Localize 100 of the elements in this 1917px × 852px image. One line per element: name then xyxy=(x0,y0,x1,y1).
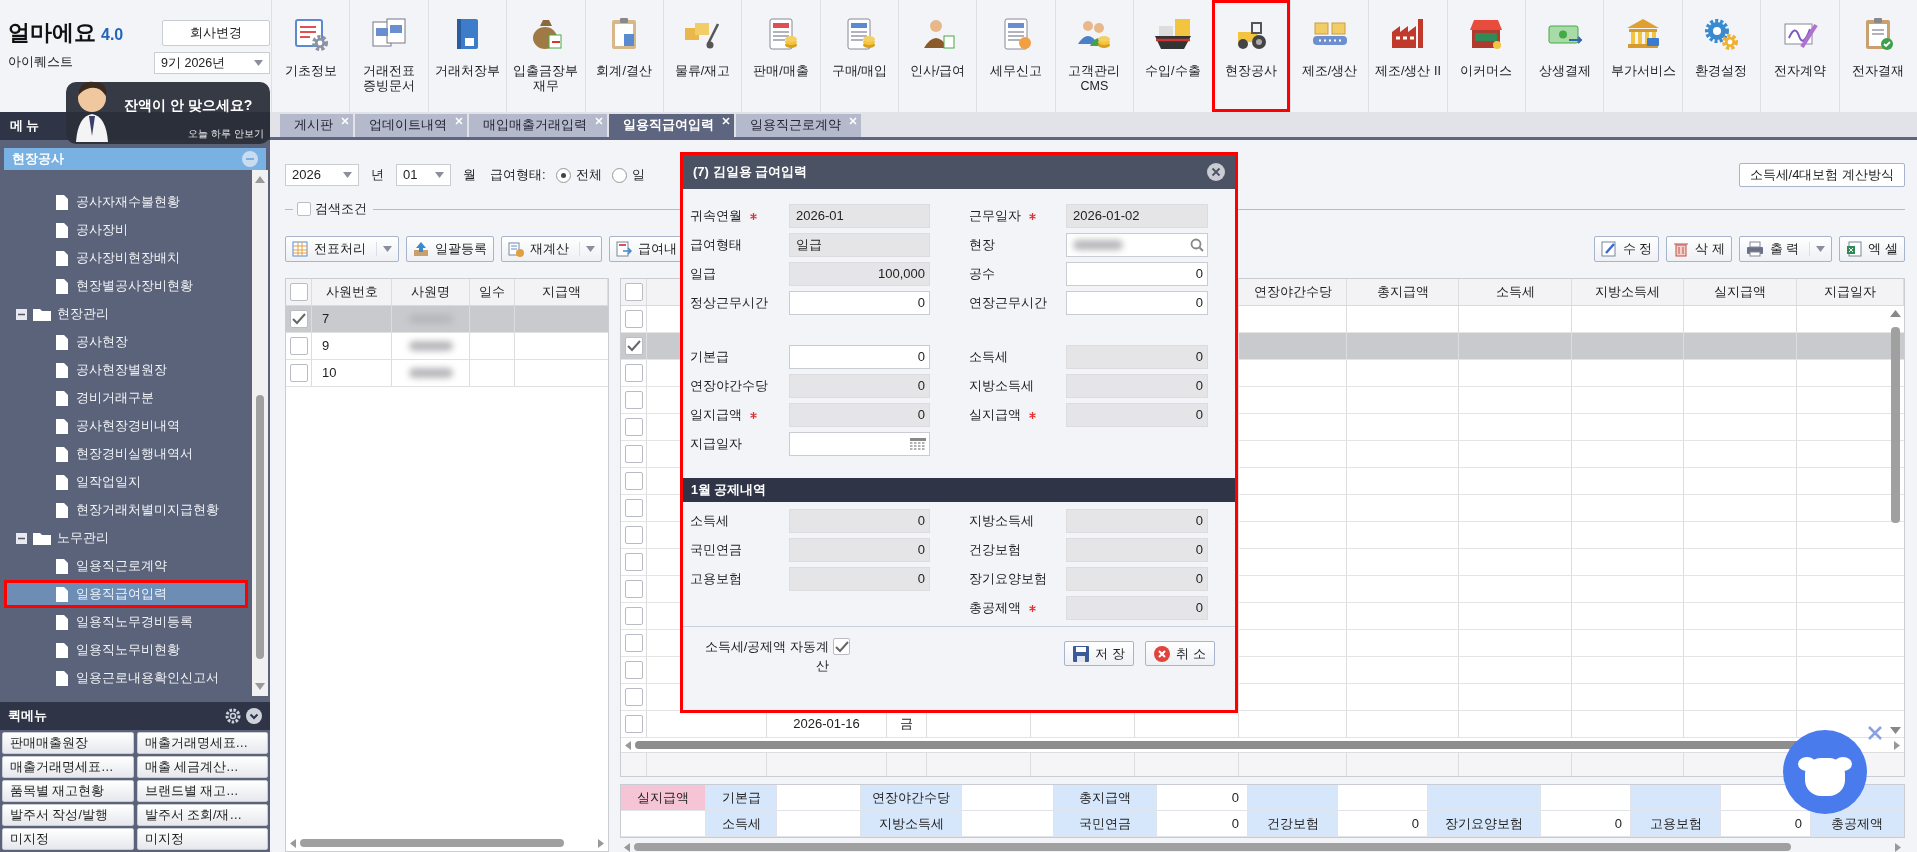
checkbox[interactable] xyxy=(624,715,643,733)
close-button[interactable] xyxy=(1207,163,1225,181)
column-header[interactable]: 일수 xyxy=(479,282,505,302)
month-select[interactable]: 01 xyxy=(396,164,451,186)
checkbox[interactable] xyxy=(624,553,643,571)
column-header[interactable]: 총지급액 xyxy=(1376,282,1429,302)
toolbar-button[interactable]: 부가서비스 xyxy=(1603,0,1682,112)
toolbar-button[interactable]: 엑 셀 xyxy=(1839,236,1905,262)
save-button[interactable]: 저 장 xyxy=(1064,641,1134,666)
table-row[interactable]: 9 xyxy=(286,333,608,360)
chatbot-button[interactable] xyxy=(1783,730,1867,814)
scrollbar[interactable] xyxy=(252,170,268,696)
toolbar-button[interactable]: 회계/결산 xyxy=(584,0,663,112)
radio-button[interactable] xyxy=(611,167,627,183)
column-header[interactable]: 지급액 xyxy=(541,282,581,302)
checkbox[interactable] xyxy=(289,364,308,382)
toolbar-button[interactable]: 입출금장부 재무 xyxy=(506,0,585,112)
checkbox[interactable] xyxy=(833,638,850,655)
scroll-arrow-icon[interactable] xyxy=(625,740,631,750)
checkbox[interactable] xyxy=(624,310,643,328)
tree-folder[interactable]: 현장관리 xyxy=(4,300,248,328)
column-header[interactable]: 실지급액 xyxy=(1714,282,1766,302)
checkbox[interactable] xyxy=(624,661,643,679)
toolbar-button[interactable]: 구매/매입 xyxy=(819,0,898,112)
scroll-arrow-icon[interactable] xyxy=(1894,740,1900,750)
toolbar-button[interactable]: 현장공사 xyxy=(1211,0,1290,112)
tab[interactable]: 게시판 xyxy=(280,114,353,137)
column-header[interactable]: 지급일자 xyxy=(1824,282,1876,302)
toolbar-button[interactable]: 이커머스 xyxy=(1446,0,1525,112)
column-header[interactable]: 지방소득세 xyxy=(1595,282,1660,302)
column-header[interactable]: 소득세 xyxy=(1495,282,1535,302)
quick-menu-button[interactable]: 판매매출원장 xyxy=(2,732,134,754)
checkbox[interactable] xyxy=(289,310,308,328)
search-icon[interactable] xyxy=(1190,238,1204,252)
toolbar-button[interactable]: 기초정보 xyxy=(271,0,350,112)
year-select[interactable]: 2026 xyxy=(285,164,359,186)
tree-item[interactable]: 일용직노무비현황 xyxy=(4,636,248,664)
input-field[interactable]: 0 xyxy=(1066,291,1208,315)
scroll-arrow-icon[interactable] xyxy=(290,838,296,848)
tree-item[interactable]: 현장거래처별미지급현황 xyxy=(4,496,248,524)
quick-menu-button[interactable]: 브랜드별 재고… xyxy=(136,780,268,802)
tab[interactable]: 매입매출거래입력 xyxy=(469,114,607,137)
dropdown-caret[interactable] xyxy=(579,242,595,256)
checkbox[interactable] xyxy=(624,364,643,382)
checkbox[interactable] xyxy=(624,283,643,301)
input-field[interactable] xyxy=(1066,233,1208,257)
checkbox[interactable] xyxy=(624,391,643,409)
table-row[interactable]: 2026-01-16 금 xyxy=(621,711,1904,738)
checkbox[interactable] xyxy=(297,202,311,216)
checkbox[interactable] xyxy=(624,607,643,625)
tree-item[interactable]: 공사자재수불현황 xyxy=(4,188,248,216)
checkbox[interactable] xyxy=(624,580,643,598)
column-header[interactable]: 사원번호 xyxy=(325,282,378,302)
toolbar-button[interactable]: 전표처리 xyxy=(285,236,399,262)
tree-item[interactable]: 일작업일지 xyxy=(4,468,248,496)
tree-item[interactable]: 현장경비실행내역서 xyxy=(4,440,248,468)
quick-menu-button[interactable]: 매출거래명세표… xyxy=(136,732,268,754)
tree-item[interactable]: 공사장비 xyxy=(4,216,248,244)
quick-menu-button[interactable]: 발주서 작성/발행 xyxy=(2,804,134,826)
scroll-arrow-icon[interactable] xyxy=(1889,310,1901,317)
scrollbar[interactable] xyxy=(1888,310,1902,734)
checkbox[interactable] xyxy=(624,445,643,463)
tab[interactable]: 업데이트내역 xyxy=(355,114,467,137)
toolbar-button[interactable]: 전자계약 xyxy=(1760,0,1839,112)
tree-item[interactable]: 공사현장경비내역 xyxy=(4,412,248,440)
dismiss-link[interactable]: 오늘 하루 안보기 xyxy=(188,126,264,141)
toolbar-button[interactable]: 재계산 xyxy=(501,236,602,262)
dropdown-caret[interactable] xyxy=(1809,242,1826,256)
input-field[interactable] xyxy=(789,432,930,456)
tree-item[interactable]: 일용직근로계약 xyxy=(4,552,248,580)
change-company-button[interactable]: 회사변경 xyxy=(162,20,270,46)
tree-item[interactable]: 현장별공사장비현황 xyxy=(4,272,248,300)
calc-method-button[interactable]: 소득세/4대보험 계산방식 xyxy=(1738,163,1905,187)
toolbar-button[interactable]: 상생결제 xyxy=(1525,0,1604,112)
table-row[interactable]: 10 xyxy=(286,360,608,387)
checkbox[interactable] xyxy=(289,283,308,301)
checkbox[interactable] xyxy=(289,337,308,355)
checkbox[interactable] xyxy=(624,634,643,652)
scroll-arrow-icon[interactable] xyxy=(1895,842,1901,852)
toolbar-button[interactable]: 제조/생산 xyxy=(1289,0,1369,112)
tree-item[interactable]: 일용직노무경비등록 xyxy=(4,608,248,636)
quick-menu-button[interactable]: 발주서 조회/재… xyxy=(136,804,268,826)
scroll-arrow-icon[interactable] xyxy=(598,838,604,848)
close-icon[interactable] xyxy=(1868,726,1882,740)
input-field[interactable]: 0 xyxy=(789,291,930,315)
collapse-icon[interactable] xyxy=(16,308,27,320)
toolbar-button[interactable]: 수 정 xyxy=(1593,236,1660,262)
tree-folder[interactable]: 노무관리 xyxy=(4,524,248,552)
cancel-button[interactable]: 취 소 xyxy=(1145,641,1215,666)
checkbox[interactable] xyxy=(624,337,643,355)
toolbar-button[interactable]: 판매/매출 xyxy=(741,0,820,112)
tree-item[interactable]: 공사현장 xyxy=(4,328,248,356)
checkbox[interactable] xyxy=(624,472,643,490)
scroll-arrow-icon[interactable] xyxy=(255,683,265,690)
period-select[interactable]: 9기 2026년 xyxy=(154,52,270,74)
quick-menu-button[interactable]: 미지정 xyxy=(136,828,268,850)
quick-menu-button[interactable]: 미지정 xyxy=(2,828,134,850)
calendar-icon[interactable] xyxy=(910,438,926,450)
chevron-down-icon[interactable] xyxy=(246,708,262,724)
input-field[interactable]: 0 xyxy=(789,345,930,369)
